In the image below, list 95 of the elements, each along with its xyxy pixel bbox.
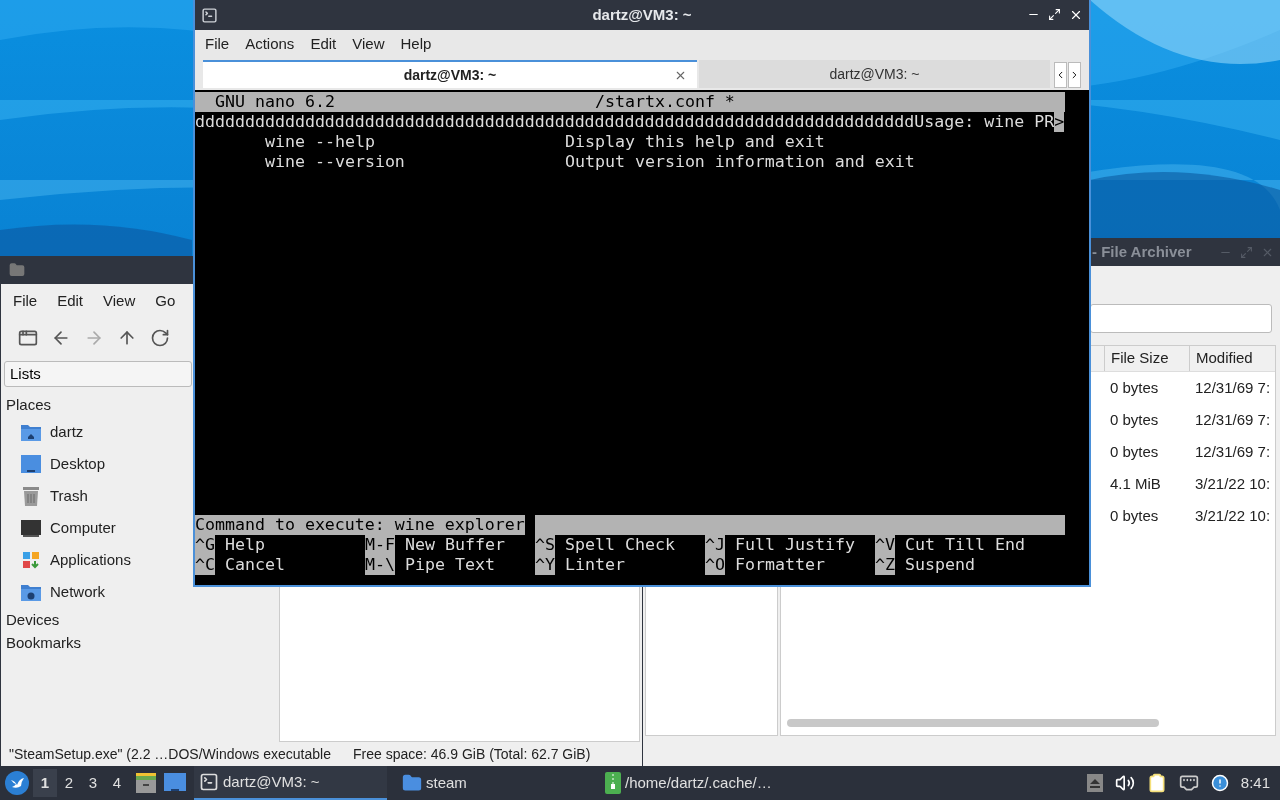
update-notifier-icon[interactable] xyxy=(1210,774,1229,792)
search-field[interactable] xyxy=(1090,304,1272,333)
table-cell-text: 0 bytes xyxy=(1110,377,1160,398)
workspace-button[interactable]: 4 xyxy=(105,769,129,797)
clock[interactable]: 8:41 xyxy=(1240,771,1270,795)
table-cell-text: 0 bytes xyxy=(1110,505,1160,526)
table-cell-text: 3/21/22 10: xyxy=(1195,473,1271,494)
option-text: wine --help xyxy=(265,132,376,152)
terminal-tab[interactable]: dartz@VM3: ~ xyxy=(698,60,1050,88)
nano-header: GNU nano 6.2 /startx.conf * xyxy=(195,92,1065,112)
sidebar-item[interactable]: Trash xyxy=(1,480,191,512)
menu-item[interactable]: Actions xyxy=(237,32,303,56)
close-icon[interactable] xyxy=(1069,8,1083,22)
folder-icon xyxy=(402,773,422,793)
task-button[interactable]: steam xyxy=(397,766,590,800)
table-cell-text: 12/31/69 7: xyxy=(1195,409,1271,430)
menu-item[interactable]: File xyxy=(197,32,238,56)
start-menu-icon[interactable] xyxy=(5,771,29,795)
window-title: dartz@VM3: ~ xyxy=(592,4,692,25)
shortcut-key: ^S xyxy=(535,535,555,555)
menu-item[interactable]: View xyxy=(93,289,146,313)
table-cell-text: 3/21/22 10: xyxy=(1195,505,1271,526)
shortcut-key: ^Z xyxy=(875,555,895,575)
horizontal-scrollbar[interactable] xyxy=(787,719,1159,727)
show-desktop-icon[interactable] xyxy=(164,773,186,793)
shortcut-label: Full Justify xyxy=(734,535,855,555)
shortcut-key: ^J xyxy=(705,535,725,555)
command-prompt: Command to execute: wine explorer xyxy=(195,515,525,535)
status-text: ddddddddddddddddddddddddddddddddddddddddddddddddddddddddddddddddddddddddUsage: wine PR xyxy=(195,112,1055,132)
sidebar-item[interactable]: dartz xyxy=(1,416,191,448)
side-pane-select[interactable]: Lists xyxy=(4,361,192,387)
maximize-icon[interactable] xyxy=(1048,8,1061,21)
table-cell-text: 12/31/69 7: xyxy=(1195,441,1271,462)
option-text: wine --version xyxy=(265,152,406,172)
section-heading[interactable]: Devices xyxy=(1,608,65,631)
shortcut-label: Linter xyxy=(564,555,625,575)
status-free-space: Free space: 46.9 GiB (Total: 62.7 GiB) xyxy=(353,744,591,764)
shortcut-key: ^Y xyxy=(535,555,555,575)
column-header[interactable]: File Size xyxy=(1104,346,1189,371)
overflow-mark: > xyxy=(1054,112,1065,132)
option-description: Output version information and exit xyxy=(565,152,915,172)
column-header[interactable]: Modified xyxy=(1189,346,1275,371)
option-description: Display this help and exit xyxy=(565,132,825,152)
archive-icon xyxy=(605,772,621,794)
sidebar-item[interactable]: Applications xyxy=(1,544,191,576)
menu-item[interactable]: Go xyxy=(145,289,186,313)
terminal-tab[interactable]: dartz@VM3: ~ xyxy=(203,60,697,88)
terminal-icon xyxy=(199,772,219,792)
shortcut-key: ^G xyxy=(195,535,215,555)
table-cell-text: 0 bytes xyxy=(1110,409,1160,430)
shortcut-key: M-\ xyxy=(365,555,395,575)
menu-item[interactable]: Edit xyxy=(302,32,345,56)
window-title: - File Archiver xyxy=(1092,241,1192,262)
file-cabinet-icon[interactable] xyxy=(135,772,157,794)
table-cell-text: 4.1 MiB xyxy=(1110,473,1162,494)
shortcut-label: Pipe Text xyxy=(404,555,495,575)
shortcut-key: ^O xyxy=(705,555,725,575)
applications-icon xyxy=(20,549,42,571)
new-tab-icon[interactable] xyxy=(18,328,38,348)
status-selection: "SteamSetup.exe" (2.2 …DOS/Windows executable xyxy=(9,744,331,764)
shortcut-key: M-F xyxy=(365,535,395,555)
shortcut-label: Help xyxy=(224,535,265,555)
workspace-button[interactable]: 3 xyxy=(81,769,105,797)
task-button[interactable]: /home/dartz/.cache/… xyxy=(600,766,793,800)
eject-icon[interactable] xyxy=(1086,774,1103,792)
workspace-button[interactable]: 1 xyxy=(33,769,57,797)
desktop-icon xyxy=(20,453,42,475)
network-icon[interactable] xyxy=(1178,773,1199,793)
shortcut-label: Formatter xyxy=(734,555,825,575)
sidebar-item[interactable]: Desktop xyxy=(1,448,191,480)
workspace-button[interactable]: 2 xyxy=(57,769,81,797)
trash-icon xyxy=(20,485,42,507)
table-cell-text: 0 bytes xyxy=(1110,441,1160,462)
table-cell-text: 12/31/69 7: xyxy=(1195,377,1271,398)
computer-icon xyxy=(20,517,42,539)
reload-icon[interactable] xyxy=(150,328,170,348)
shortcut-label: Cancel xyxy=(224,555,285,575)
shortcut-key: ^V xyxy=(875,535,895,555)
menu-item[interactable]: Edit xyxy=(47,289,94,313)
folder-icon xyxy=(9,262,25,278)
shortcut-label: Spell Check xyxy=(564,535,675,555)
sidebar-item[interactable]: Network xyxy=(1,576,191,608)
shortcut-label: Suspend xyxy=(904,555,975,575)
volume-icon[interactable] xyxy=(1114,773,1135,793)
shortcut-key: ^C xyxy=(195,555,215,575)
shortcut-label: Cut Till End xyxy=(904,535,1025,555)
section-heading[interactable]: Bookmarks xyxy=(1,631,87,654)
menu-item[interactable]: Help xyxy=(392,32,440,56)
terminal-icon xyxy=(201,6,218,24)
menu-item[interactable]: View xyxy=(344,32,393,56)
task-button[interactable]: dartz@VM3: ~ xyxy=(194,766,387,800)
sidebar-item[interactable]: Computer xyxy=(1,512,191,544)
menu-item[interactable]: File xyxy=(3,289,48,313)
shortcut-label: New Buffer xyxy=(404,535,505,555)
section-heading[interactable]: Places xyxy=(1,393,57,416)
